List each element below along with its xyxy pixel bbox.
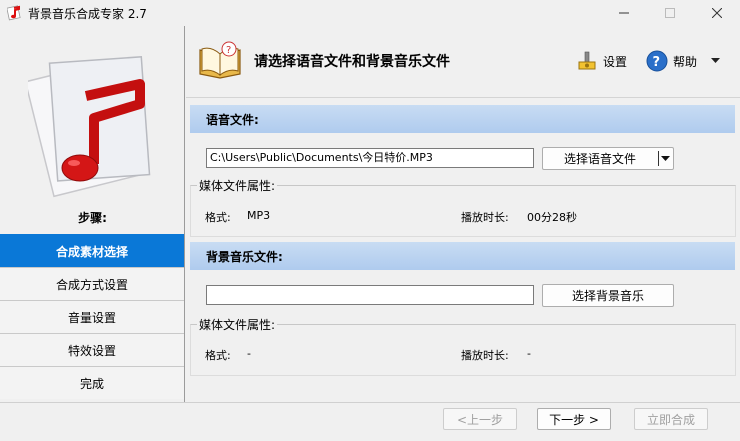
chevron-down-icon[interactable] xyxy=(711,58,720,64)
bgm-duration-value: - xyxy=(527,347,531,360)
page-title: 请选择语音文件和背景音乐文件 xyxy=(254,54,450,70)
help-icon: ? xyxy=(646,50,668,72)
dropdown-arrow-icon[interactable] xyxy=(661,156,670,162)
sidebar-item-finish[interactable]: 完成 xyxy=(0,366,184,399)
sidebar-item-label: 特效设置 xyxy=(67,343,116,358)
bgm-format-label: 格式: xyxy=(205,349,231,362)
voice-props-title: 媒体文件属性: xyxy=(197,177,278,194)
choose-voice-file-button[interactable]: 选择语音文件 xyxy=(542,147,674,170)
choose-voice-file-label: 选择语音文件 xyxy=(563,152,636,166)
minimize-button[interactable] xyxy=(601,0,647,26)
bgm-section-title: 背景音乐文件: xyxy=(206,249,283,264)
help-label: 帮助 xyxy=(673,54,698,69)
close-button[interactable] xyxy=(694,0,740,26)
voice-format-label: 格式: xyxy=(205,211,231,224)
settings-label: 设置 xyxy=(603,54,628,69)
step-sidebar: 步骤: 合成素材选择 合成方式设置 音量设置 特效设置 完成 xyxy=(0,26,185,402)
choose-bgm-file-button[interactable]: 选择背景音乐 xyxy=(542,284,674,307)
page-header: ? 请选择语音文件和背景音乐文件 设置 ? 帮助 xyxy=(186,26,740,98)
sidebar-item-effects[interactable]: 特效设置 xyxy=(0,333,184,366)
steps-label: 步骤: xyxy=(78,211,107,225)
sidebar-item-material-select[interactable]: 合成素材选择 xyxy=(0,234,184,267)
svg-text:?: ? xyxy=(226,45,231,56)
title-bar: 背景音乐合成专家 2.7 xyxy=(0,0,740,26)
footer-divider xyxy=(0,402,740,403)
voice-duration-value: 00分28秒 xyxy=(527,211,577,224)
next-step-label: 下一步 > xyxy=(549,412,599,427)
prev-step-button[interactable]: <上一步 xyxy=(443,408,517,430)
settings-button[interactable]: 设置 xyxy=(576,48,627,74)
bgm-props-title: 媒体文件属性: xyxy=(197,316,278,333)
voice-properties-group: 媒体文件属性: 格式: MP3 播放时长: 00分28秒 xyxy=(190,177,736,237)
voice-format-value: MP3 xyxy=(247,209,271,222)
compose-now-button[interactable]: 立即合成 xyxy=(634,408,708,430)
sidebar-item-label: 完成 xyxy=(79,376,104,391)
open-book-icon: ? xyxy=(199,41,241,79)
sidebar-item-compose-mode[interactable]: 合成方式设置 xyxy=(0,267,184,300)
prev-step-label: <上一步 xyxy=(456,412,504,427)
voice-section-header: 语音文件: xyxy=(190,105,735,133)
sidebar-item-label: 合成方式设置 xyxy=(55,277,128,292)
bgm-section-header: 背景音乐文件: xyxy=(190,242,735,270)
maximize-button[interactable] xyxy=(647,0,693,26)
sidebar-item-volume[interactable]: 音量设置 xyxy=(0,300,184,333)
split-divider xyxy=(658,151,659,166)
close-icon xyxy=(712,8,722,18)
compose-now-label: 立即合成 xyxy=(646,412,695,427)
voice-section-title: 语音文件: xyxy=(206,112,259,127)
bgm-file-path-input[interactable] xyxy=(206,285,534,305)
settings-icon xyxy=(578,51,596,70)
music-note-logo-icon xyxy=(28,56,151,198)
bgm-properties-group: 媒体文件属性: 格式: - 播放时长: - xyxy=(190,316,736,376)
help-button[interactable]: ? 帮助 xyxy=(646,48,697,74)
voice-file-path-input[interactable]: C:\Users\Public\Documents\今日特价.MP3 xyxy=(206,148,534,168)
bgm-format-value: - xyxy=(247,347,251,360)
maximize-icon xyxy=(665,8,675,18)
choose-bgm-file-label: 选择背景音乐 xyxy=(571,289,644,303)
next-step-button[interactable]: 下一步 > xyxy=(537,408,611,430)
sidebar-item-label: 音量设置 xyxy=(67,310,116,325)
voice-duration-label: 播放时长: xyxy=(461,211,509,224)
window-title: 背景音乐合成专家 2.7 xyxy=(28,7,147,21)
bgm-duration-label: 播放时长: xyxy=(461,349,509,362)
material-selection-panel: 语音文件: C:\Users\Public\Documents\今日特价.MP3… xyxy=(190,103,736,376)
svg-text:?: ? xyxy=(653,55,661,70)
sidebar-item-label: 合成素材选择 xyxy=(55,244,128,259)
minimize-icon xyxy=(619,12,629,14)
app-logo-icon xyxy=(7,5,21,21)
